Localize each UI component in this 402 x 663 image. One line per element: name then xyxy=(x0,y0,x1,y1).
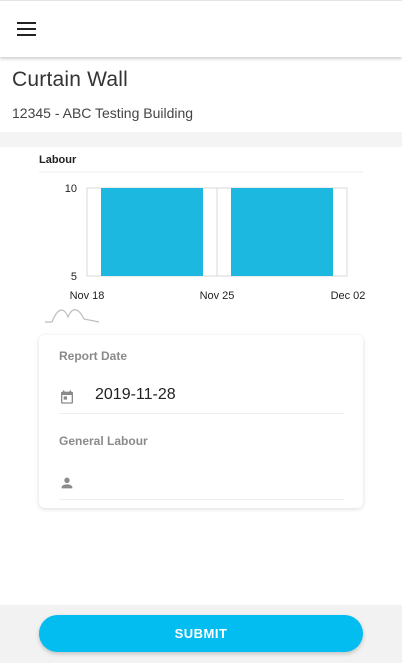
labour-chart-svg: 10 5 Nov 18 Nov 25 Dec 02 xyxy=(39,171,366,323)
app-bar xyxy=(0,0,402,57)
page: Curtain Wall 12345 - ABC Testing Buildin… xyxy=(0,0,402,663)
report-date-value: 2019-11-28 xyxy=(95,386,176,403)
labour-chart: Labour 10 5 Nov 18 Nov 25 Dec 02 xyxy=(0,147,402,327)
x-tick-label: Nov 18 xyxy=(70,290,105,302)
y-tick-label: 10 xyxy=(65,183,77,195)
section-divider xyxy=(0,132,402,147)
chart-bar-nov-25 xyxy=(231,188,333,276)
person-icon xyxy=(61,477,73,489)
submit-button[interactable]: SUBMIT xyxy=(39,615,363,652)
report-form-card: Report Date 2019-11-28 General Labour xyxy=(39,335,363,508)
chart-bar-nov-18 xyxy=(101,188,203,276)
general-labour-field[interactable] xyxy=(59,466,344,500)
page-title: Curtain Wall xyxy=(12,68,128,91)
footer-bar: SUBMIT xyxy=(0,605,402,663)
y-tick-label: 5 xyxy=(71,271,77,283)
hamburger-menu-icon[interactable] xyxy=(10,14,44,44)
calendar-icon xyxy=(61,390,73,404)
chart-navigator-sparkline xyxy=(45,309,100,323)
x-tick-label: Nov 25 xyxy=(200,290,235,302)
report-date-label: Report Date xyxy=(59,349,128,363)
report-date-field[interactable]: 2019-11-28 xyxy=(59,380,344,414)
page-subtitle: 12345 - ABC Testing Building xyxy=(12,105,194,121)
general-labour-label: General Labour xyxy=(59,434,148,448)
x-tick-label: Dec 02 xyxy=(331,290,366,302)
